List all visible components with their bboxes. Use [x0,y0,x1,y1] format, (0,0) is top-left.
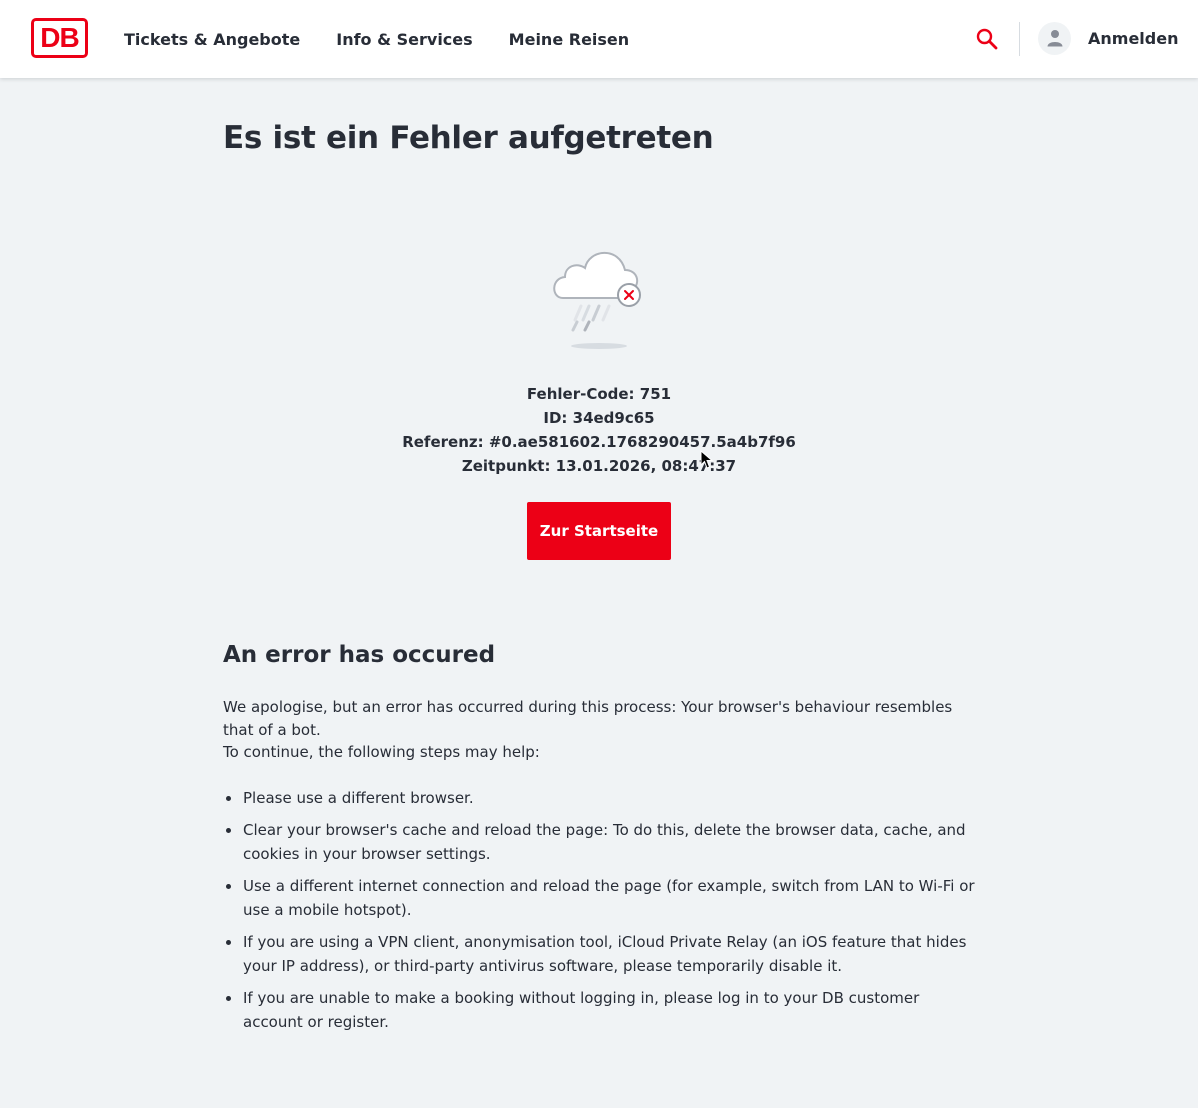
site-header: DB Tickets & Angebote Info & Services Me… [0,0,1198,78]
cloud-error-icon [553,252,641,349]
error-details: Fehler-Code: 751 ID: 34ed9c65 Referenz: … [223,382,975,478]
logo-text: DB [40,22,79,53]
user-icon [1047,30,1062,47]
nav-item-my-trips[interactable]: Meine Reisen [491,30,648,49]
nav-item-tickets[interactable]: Tickets & Angebote [106,30,318,49]
help-steps-list: Please use a different browser. Clear yo… [226,786,975,1042]
english-error-title: An error has occured [223,642,496,668]
error-reference: Referenz: #0.ae581602.1768290457.5a4b7f9… [402,433,796,451]
error-illustration [553,246,645,352]
avatar [1038,21,1071,55]
db-logo[interactable]: DB [31,18,88,58]
login-label: Anmelden [1088,28,1179,48]
search-button[interactable] [970,22,1004,56]
search-icon [976,28,998,50]
error-timestamp: Zeitpunkt: 13.01.2026, 08:47:37 [461,457,737,475]
mouse-cursor-icon [700,450,714,469]
intro-paragraph: We apologise, but an error has occurred … [223,698,953,739]
list-item: Please use a different browser. [226,786,975,810]
intro-steps-lead: To continue, the following steps may hel… [223,743,540,761]
header-divider [1019,22,1020,56]
list-item: Clear your browser's cache and reload th… [226,818,975,866]
list-item: If you are using a VPN client, anonymisa… [226,930,975,978]
nav-item-info-services[interactable]: Info & Services [318,30,490,49]
home-button[interactable]: Zur Startseite [527,502,671,560]
page-title: Es ist ein Fehler aufgetreten [223,120,714,156]
error-id: ID: 34ed9c65 [543,409,655,427]
error-code: Fehler-Code: 751 [526,385,672,403]
list-item: If you are unable to make a booking with… [226,986,975,1034]
list-item: Use a different internet connection and … [226,874,975,922]
login-button[interactable]: Anmelden [1038,21,1178,55]
main-navigation: Tickets & Angebote Info & Services Meine… [106,0,647,78]
english-intro: We apologise, but an error has occurred … [223,696,975,764]
